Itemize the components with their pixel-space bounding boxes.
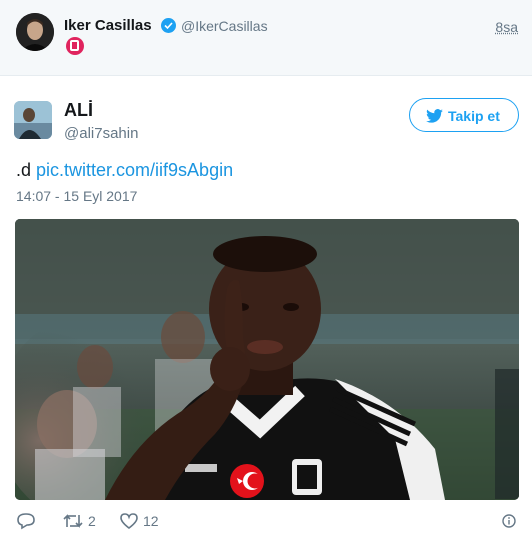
like-button[interactable]: 12 bbox=[119, 511, 159, 531]
tweet-time[interactable]: 8sa bbox=[495, 19, 518, 35]
tweet-text-prefix: .d bbox=[16, 160, 37, 180]
parent-tweet: Iker Casillas @IkerCasillas 8sa bbox=[0, 0, 532, 76]
like-count: 12 bbox=[143, 513, 159, 529]
reply-icon bbox=[17, 513, 35, 530]
avatar[interactable] bbox=[16, 13, 54, 51]
tweet-media-image[interactable] bbox=[15, 219, 519, 500]
tweet-text: .d pic.twitter.com/iif9sAbgin bbox=[16, 160, 233, 181]
retweet-count: 2 bbox=[88, 513, 96, 529]
avatar[interactable] bbox=[14, 101, 52, 139]
retweet-icon bbox=[63, 514, 83, 528]
author-handle[interactable]: @ali7sahin bbox=[64, 125, 138, 142]
no-phone-icon bbox=[66, 37, 84, 55]
author-name[interactable]: ALİ bbox=[64, 100, 93, 121]
author-handle[interactable]: @IkerCasillas bbox=[181, 18, 268, 34]
tweet-actions: 2 12 bbox=[0, 509, 532, 535]
retweet-button[interactable]: 2 bbox=[62, 511, 96, 531]
follow-label: Takip et bbox=[448, 108, 500, 124]
tweet-timestamp[interactable]: 14:07 - 15 Eyl 2017 bbox=[16, 188, 137, 204]
heart-icon bbox=[120, 513, 138, 530]
tweet-info-button[interactable] bbox=[502, 511, 516, 531]
twitter-bird-icon bbox=[426, 109, 443, 123]
info-icon bbox=[502, 514, 516, 528]
tweet-media-link[interactable]: pic.twitter.com/iif9sAbgin bbox=[36, 160, 233, 180]
verified-icon bbox=[161, 18, 176, 33]
reply-button[interactable] bbox=[16, 511, 36, 531]
author-name[interactable]: Iker Casillas bbox=[64, 17, 152, 34]
follow-button[interactable]: Takip et bbox=[409, 98, 519, 132]
